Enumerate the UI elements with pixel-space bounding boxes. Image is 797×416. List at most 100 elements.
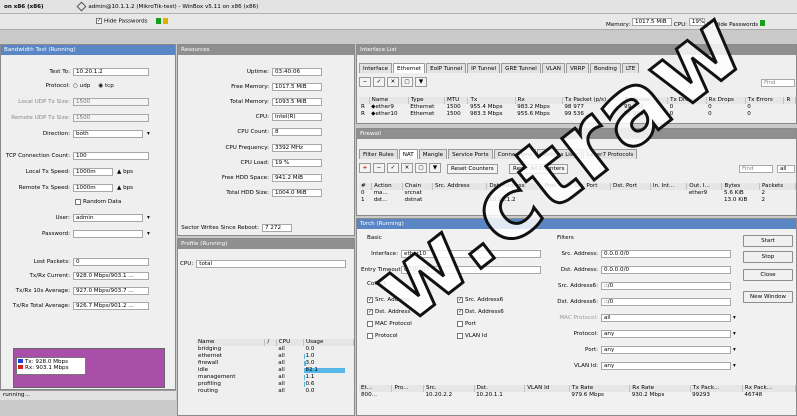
filter-input[interactable]: any xyxy=(601,361,731,370)
tab-gre-tunnel[interactable]: GRE Tunnel xyxy=(501,63,541,73)
profile-cpu: all xyxy=(278,353,285,359)
bt-field-value[interactable]: admin xyxy=(73,213,143,222)
torch-column-header[interactable]: Rx Rate xyxy=(629,385,691,392)
interface-column-header[interactable]: Type xyxy=(408,97,445,104)
dropdown-arrow-icon[interactable]: ▾ xyxy=(147,131,150,137)
dropdown-arrow-icon[interactable]: ▾ xyxy=(733,331,736,337)
new-window-button[interactable]: New Window xyxy=(743,291,793,303)
collect-checkbox[interactable]: Port xyxy=(457,319,476,328)
bt-field-value[interactable] xyxy=(73,229,143,238)
torch-column-header[interactable]: Et... xyxy=(359,385,393,392)
nat-column-header[interactable]: # xyxy=(359,183,373,190)
torch-row[interactable]: 800... 10.20.2.2 10.20.1.1 979.6 Mbps 930.2 … xyxy=(359,392,796,399)
torch-column-header[interactable]: VLAN Id xyxy=(524,385,570,392)
tab-ethernet[interactable]: Ethernet xyxy=(393,63,426,73)
filter-icon[interactable]: ▼ xyxy=(429,163,441,173)
profile-row[interactable]: bridging all 0.0 xyxy=(196,346,354,353)
interface-column-header[interactable]: MTU xyxy=(444,97,469,104)
collect-checkbox[interactable]: VLAN Id xyxy=(457,331,487,340)
filter-input[interactable]: 0.0.0.0/0 xyxy=(601,265,731,274)
check-icon[interactable]: ✓ xyxy=(387,163,399,173)
comment-icon[interactable]: ▢ xyxy=(415,163,427,173)
tab-interface[interactable]: Interface xyxy=(359,63,393,73)
tab-filter-rules[interactable]: Filter Rules xyxy=(359,149,398,159)
profile-row[interactable]: ethernet all 1.0 xyxy=(196,353,354,360)
nat-column-header[interactable]: In. Int... xyxy=(650,183,688,190)
tab-ip-tunnel[interactable]: IP Tunnel xyxy=(467,63,501,73)
torch-column-header[interactable]: Pro... xyxy=(391,385,424,392)
dropdown-arrow-icon[interactable]: ▾ xyxy=(147,231,150,237)
torch-column-header[interactable]: Dst. xyxy=(474,385,526,392)
torch-column-header[interactable]: Tx Rate xyxy=(569,385,631,392)
filter-input[interactable]: any xyxy=(601,345,731,354)
torch-column-header[interactable]: Rx Pack... xyxy=(742,385,796,392)
bt-field-value[interactable]: 1500 xyxy=(73,97,149,106)
nat-cell: ma... xyxy=(373,190,388,196)
protocol-tcp-radio[interactable]: ◉ tcp xyxy=(98,83,113,89)
nat-column-header[interactable]: Action xyxy=(371,183,404,190)
filter-input[interactable]: ::/0 xyxy=(601,281,731,290)
check-icon[interactable]: ✓ xyxy=(373,77,385,87)
nat-column-header[interactable]: Bytes xyxy=(721,183,760,190)
close-button[interactable]: Close xyxy=(743,269,793,281)
tab-nat[interactable]: NAT xyxy=(398,149,418,159)
profile-row[interactable]: routing all 0.0 xyxy=(196,388,354,395)
tab-vlan[interactable]: VLAN xyxy=(541,63,565,73)
interface-column-header[interactable]: Tx Errors xyxy=(745,97,785,104)
add-icon[interactable]: + xyxy=(359,163,371,173)
dropdown-arrow-icon[interactable]: ▾ xyxy=(733,315,736,321)
profile-column-header[interactable]: Usage xyxy=(303,339,354,346)
filter-input[interactable]: 0.0.0.0/0 xyxy=(601,249,731,258)
stop-button[interactable]: Stop xyxy=(743,251,793,263)
collect-checkbox[interactable]: Protocol xyxy=(367,331,398,340)
filter-icon[interactable]: ▼ xyxy=(415,77,427,87)
bt-field-value[interactable]: both xyxy=(73,129,143,138)
interface-cell xyxy=(784,111,796,118)
bt-field-value[interactable]: 1500 xyxy=(73,113,149,122)
profile-row[interactable]: profiling all 0.6 xyxy=(196,381,354,388)
bt-field-label: Direction: xyxy=(42,130,70,137)
torch-column-header[interactable]: Src. xyxy=(423,385,475,392)
nat-column-header[interactable]: Chain xyxy=(402,183,433,190)
interface-column-header[interactable]: R xyxy=(783,97,796,104)
tab-vrrp[interactable]: VRRP xyxy=(565,63,589,73)
bt-field-value[interactable]: 10.20.1.2 xyxy=(73,67,149,76)
minus-icon[interactable]: − xyxy=(373,163,385,173)
interface-column-header[interactable]: Name xyxy=(369,97,409,104)
profile-column-header[interactable]: Name xyxy=(196,339,266,346)
random-data-checkbox[interactable]: Random Data xyxy=(75,197,121,206)
filter-input[interactable]: all xyxy=(601,313,731,322)
hide-passwords-checkbox[interactable]: ✓ Hide Passwords xyxy=(96,18,148,25)
start-button[interactable]: Start xyxy=(743,235,793,247)
minus-icon[interactable]: − xyxy=(359,77,371,87)
firewall-find-select[interactable]: all xyxy=(777,165,795,173)
nat-column-header[interactable]: Out. I... xyxy=(686,183,723,190)
dropdown-arrow-icon[interactable]: ▾ xyxy=(733,363,736,369)
bt-field-value[interactable]: 1000m xyxy=(73,167,113,176)
tab-mangle[interactable]: Mangle xyxy=(418,149,448,159)
tab-eoip-tunnel[interactable]: EoIP Tunnel xyxy=(426,63,467,73)
profile-column-header[interactable]: / xyxy=(264,339,277,346)
bt-field-value[interactable]: 100 xyxy=(73,151,149,160)
nat-column-header[interactable]: Packets xyxy=(759,183,796,190)
bt-field-value[interactable]: 1000m xyxy=(73,183,113,192)
filter-label: Port: xyxy=(585,346,598,353)
interface-find-input[interactable]: Find xyxy=(761,79,795,87)
torch-column-header[interactable]: Tx Pack... xyxy=(690,385,743,392)
protocol-udp-radio[interactable]: ○ udp xyxy=(73,83,90,89)
dropdown-arrow-icon[interactable]: ▾ xyxy=(147,215,150,221)
profile-cpu-select[interactable]: total xyxy=(196,259,347,268)
filter-input[interactable]: ::/0 xyxy=(601,297,731,306)
dropdown-arrow-icon[interactable]: ▾ xyxy=(733,347,736,353)
profile-row[interactable]: firewall all 3.0 xyxy=(196,360,354,367)
cross-icon[interactable]: ✕ xyxy=(401,163,413,173)
comment-icon[interactable]: ▢ xyxy=(401,77,413,87)
profile-row[interactable]: idle all 82.1 xyxy=(196,367,354,374)
profile-row[interactable]: management all 1.1 xyxy=(196,374,354,381)
profile-cpu: all xyxy=(278,374,285,380)
interface-column-header[interactable]: Tx xyxy=(467,97,516,104)
filter-input[interactable]: any xyxy=(601,329,731,338)
cross-icon[interactable]: ✕ xyxy=(387,77,399,87)
profile-column-header[interactable]: CPU xyxy=(276,339,305,346)
firewall-find-input[interactable]: Find xyxy=(739,165,773,173)
